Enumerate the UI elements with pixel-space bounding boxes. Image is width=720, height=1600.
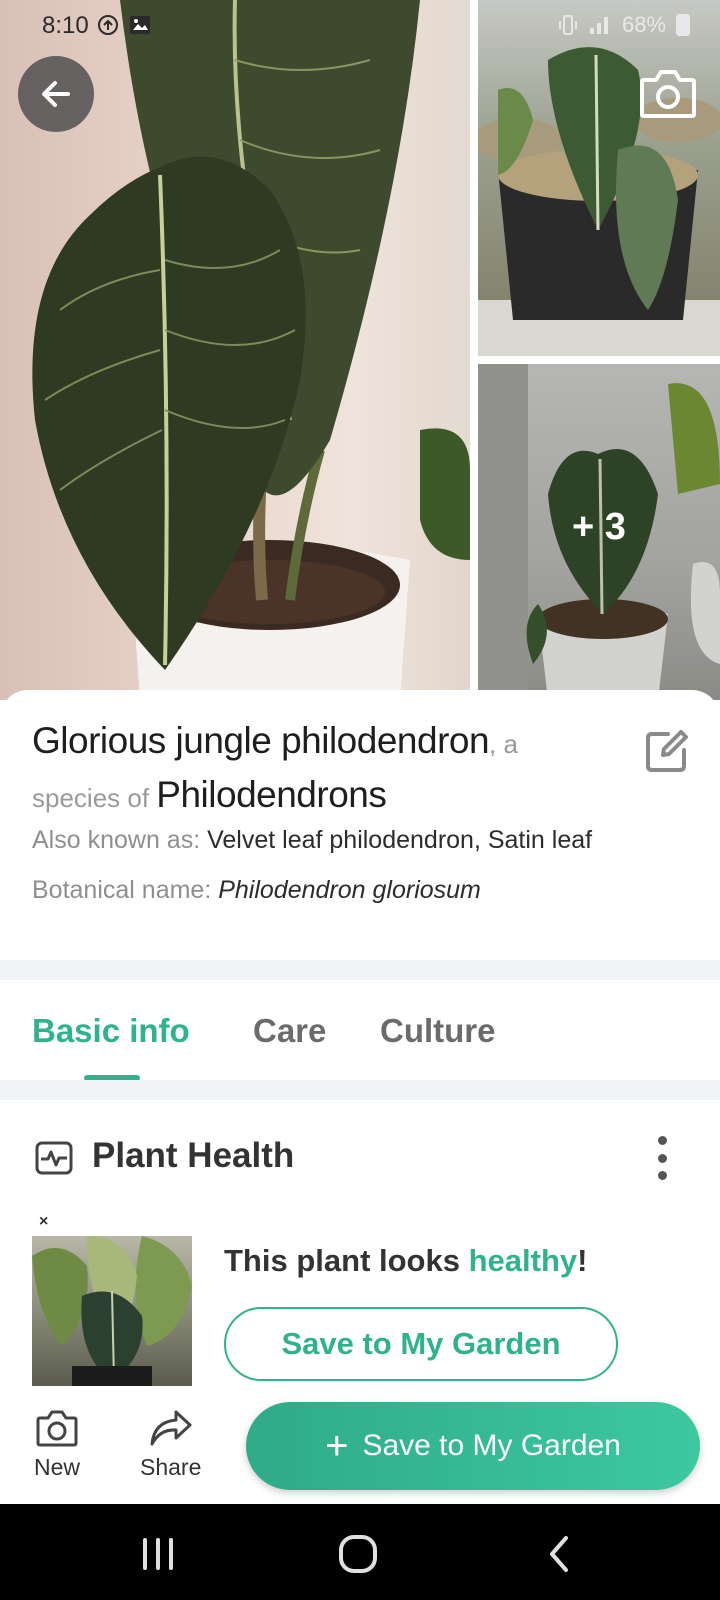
camera-icon — [640, 70, 696, 118]
save-to-garden-outline-button[interactable]: Save to My Garden — [224, 1307, 618, 1381]
share-button[interactable]: Share — [140, 1408, 201, 1481]
signal-icon — [590, 17, 608, 34]
camera-icon — [36, 1410, 78, 1447]
botanical-name-label: Botanical name: — [32, 876, 219, 904]
new-label: New — [34, 1454, 81, 1480]
plant-health-title: Plant Health — [92, 1136, 295, 1175]
section-divider — [0, 960, 720, 980]
home-icon[interactable] — [336, 1532, 380, 1576]
save-to-garden-button[interactable]: + Save to My Garden — [246, 1402, 700, 1490]
health-status-message: This plant looks healthy! — [224, 1243, 587, 1279]
vibrate-icon — [559, 15, 577, 35]
edit-icon — [646, 730, 688, 772]
also-known-label: Also known as: — [32, 826, 208, 854]
tab-culture[interactable]: Culture — [380, 1012, 496, 1050]
new-button[interactable]: New — [34, 1408, 80, 1481]
plus-icon: + — [325, 1424, 349, 1468]
plant-info-card: Glorious jungle philodendron, a species … — [0, 690, 720, 960]
camera-button[interactable] — [638, 66, 698, 122]
battery-percent: 68% — [622, 12, 667, 37]
settings-sync-icon — [98, 15, 118, 35]
section-divider — [0, 1080, 720, 1100]
health-message-suffix: ! — [577, 1243, 588, 1278]
plant-common-name: Glorious jungle philodendron — [32, 720, 490, 761]
share-icon — [150, 1410, 192, 1446]
plant-genus[interactable]: Philodendrons — [156, 774, 387, 815]
status-right-icons: 68% — [558, 12, 691, 38]
tab-basic-info[interactable]: Basic info — [32, 1012, 190, 1050]
recent-apps-icon[interactable] — [136, 1532, 180, 1576]
photo-gallery: + 3 — [0, 0, 720, 700]
image-icon — [130, 16, 150, 34]
health-status-word: healthy — [468, 1243, 578, 1278]
status-bar: 8:10 68% — [0, 0, 720, 52]
back-nav-icon[interactable] — [538, 1532, 582, 1576]
battery-icon — [676, 14, 691, 36]
more-options-icon[interactable] — [650, 1136, 674, 1180]
health-photo-thumbnail — [32, 1236, 192, 1386]
back-button[interactable] — [18, 56, 94, 132]
plant-health-section: Plant Health × This plant looks healthy!… — [0, 1100, 720, 1400]
health-pulse-icon — [35, 1141, 73, 1175]
share-label: Share — [140, 1454, 202, 1480]
botanical-name-value: Philodendron gloriosum — [218, 876, 481, 904]
more-photos-count: + 3 — [478, 364, 720, 700]
more-photos-tile[interactable]: + 3 — [478, 364, 720, 700]
plant-title: Glorious jungle philodendron, a species … — [32, 718, 612, 826]
status-left-icons — [96, 13, 152, 37]
also-known-value: Velvet leaf philodendron, Satin leaf — [207, 826, 593, 854]
secondary-plant-photo[interactable] — [478, 0, 720, 356]
system-navigation-bar — [0, 1504, 720, 1600]
also-known-row: Also known as: Velvet leaf philodendron,… — [32, 826, 592, 855]
bottom-action-bar: New Share + Save to My Garden — [0, 1386, 720, 1504]
botanical-name-row: Botanical name: Philodendron gloriosum — [32, 876, 481, 905]
save-to-garden-label: Save to My Garden — [362, 1429, 621, 1462]
status-time: 8:10 — [42, 12, 89, 39]
tab-care[interactable]: Care — [253, 1012, 326, 1050]
dismiss-icon[interactable]: × — [39, 1213, 48, 1231]
tab-bar: Basic info Care Culture — [0, 980, 720, 1081]
back-arrow-icon — [42, 81, 70, 107]
health-message-prefix: This plant looks — [224, 1243, 469, 1278]
edit-button[interactable] — [644, 728, 690, 774]
